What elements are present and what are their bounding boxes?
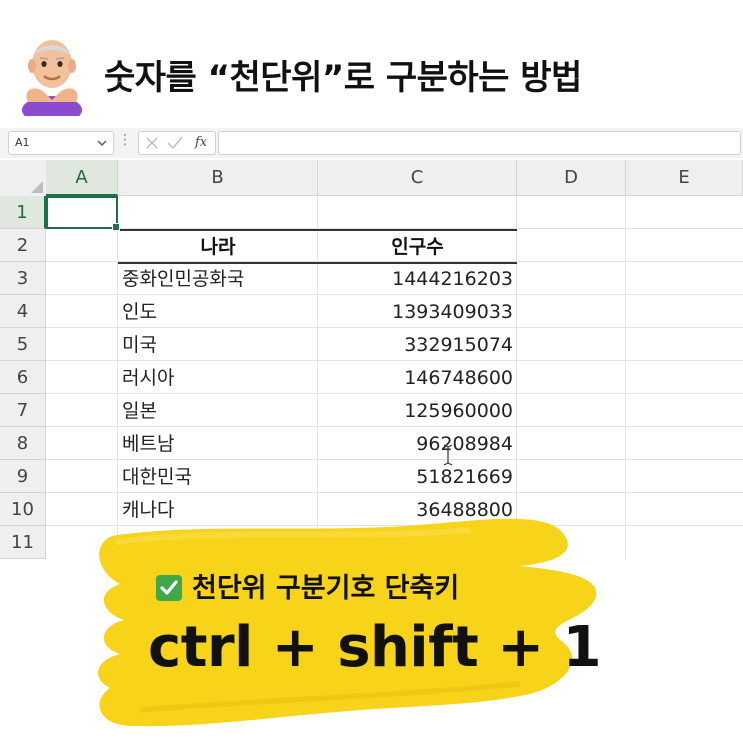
cell-country[interactable]: 인도 [122, 296, 157, 329]
tip-label: 천단위 구분기호 단축키 [156, 566, 459, 605]
row-header-9[interactable]: 9 [0, 460, 46, 493]
cell-population[interactable]: 125960000 [318, 395, 513, 428]
row-header-1[interactable]: 1 [0, 196, 46, 229]
cancel-icon[interactable] [145, 136, 159, 150]
chevron-down-icon [97, 140, 107, 146]
table-header-population[interactable]: 인구수 [318, 232, 517, 263]
cell-population[interactable]: 332915074 [318, 329, 513, 362]
column-header-b[interactable]: B [118, 160, 318, 196]
check-mark-icon [156, 575, 182, 601]
text-cursor-icon [443, 444, 453, 466]
formula-bar: A1 ⋮ fx [0, 128, 743, 158]
row-header-4[interactable]: 4 [0, 295, 46, 328]
select-all-button[interactable] [0, 160, 47, 197]
header: 숫자를 “천단위”로 구분하는 방법 [0, 0, 743, 126]
cell-population[interactable]: 1444216203 [318, 263, 513, 296]
cell-country[interactable]: 베트남 [122, 428, 174, 461]
cell-population[interactable]: 51821669 [318, 461, 513, 494]
cell-country[interactable]: 미국 [122, 329, 157, 362]
insert-function-icon[interactable]: fx [195, 135, 207, 150]
row-header-3[interactable]: 3 [0, 262, 46, 295]
cell-country[interactable]: 중화인민공화국 [122, 263, 244, 296]
active-cell-a1[interactable] [46, 196, 120, 231]
shortcut-text: ctrl + shift + 1 [148, 615, 602, 680]
row-header-2[interactable]: 2 [0, 229, 46, 262]
column-header-e[interactable]: E [626, 160, 743, 196]
row-header-6[interactable]: 6 [0, 361, 46, 394]
enter-check-icon[interactable] [167, 136, 183, 150]
formula-controls: fx [138, 131, 216, 155]
table-header-country[interactable]: 나라 [118, 232, 318, 263]
cell-population[interactable]: 146748600 [318, 362, 513, 395]
name-box-value: A1 [15, 136, 30, 149]
row-header-5[interactable]: 5 [0, 328, 46, 361]
memoji-avatar-icon [22, 40, 82, 116]
column-header-d[interactable]: D [517, 160, 626, 196]
cell-country[interactable]: 러시아 [122, 362, 174, 395]
fill-handle[interactable] [112, 223, 120, 231]
name-box[interactable]: A1 [8, 131, 114, 155]
cell-country[interactable]: 일본 [122, 395, 157, 428]
cell-population[interactable]: 96208984 [318, 428, 513, 461]
column-header-c[interactable]: C [318, 160, 517, 196]
row-header-8[interactable]: 8 [0, 427, 46, 460]
page-title: 숫자를 “천단위”로 구분하는 방법 [104, 58, 582, 98]
tip-text: 천단위 구분기호 단축키 [192, 573, 460, 604]
column-header-a[interactable]: A [46, 160, 118, 196]
more-options-icon[interactable]: ⋮ [118, 132, 132, 148]
table-top-border [118, 229, 517, 231]
cell-country[interactable]: 대한민국 [122, 461, 192, 494]
cell-population[interactable]: 1393409033 [318, 296, 513, 329]
formula-input[interactable] [218, 131, 741, 155]
row-header-7[interactable]: 7 [0, 394, 46, 427]
